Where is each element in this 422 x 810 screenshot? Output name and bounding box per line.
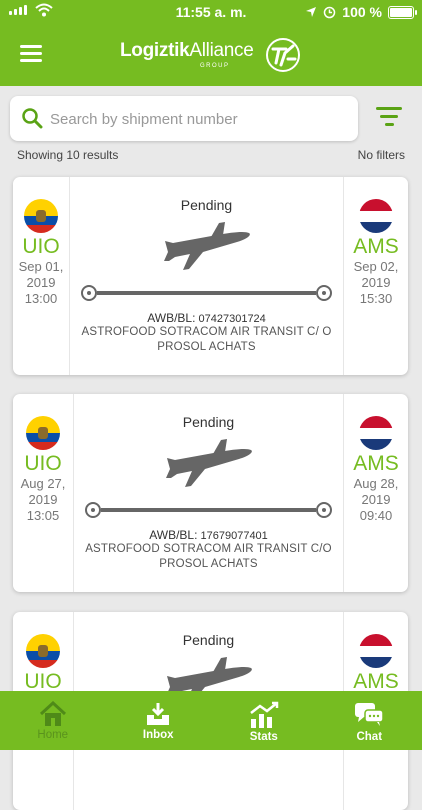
tab-home[interactable]: Home <box>0 691 106 750</box>
origin-dot-icon <box>85 502 101 518</box>
shipment-details: Pending AWB/BL: 17679077401ASTROFOOD SOTR… <box>73 394 344 592</box>
stats-icon <box>248 701 280 729</box>
brand-logo: LogiztikAlliance GROUP <box>120 32 310 78</box>
departure-time: 13:00 <box>13 291 69 307</box>
inbox-icon <box>144 701 172 727</box>
route-line <box>85 502 332 522</box>
search-icon <box>21 107 43 129</box>
shipper-name: ASTROFOOD SOTRACOM AIR TRANSIT C/ O PROS… <box>75 325 338 355</box>
menu-button[interactable] <box>20 45 42 62</box>
arrival-year: 2019 <box>344 492 408 508</box>
departure-date: Aug 27, <box>13 476 73 492</box>
netherlands-flag-icon <box>359 634 393 668</box>
arrival-date: Sep 02, <box>344 259 408 275</box>
route-line <box>81 285 332 305</box>
destination-column: AMSAug 28,201909:40 <box>343 394 408 592</box>
filter-status: No filters <box>358 148 405 162</box>
airplane-icon <box>159 221 255 273</box>
awb-number: AWB/BL: 17679077401 <box>73 528 344 542</box>
origin-dot-icon <box>81 285 97 301</box>
tab-bar: Home Inbox Stats Chat <box>0 691 422 750</box>
battery-icon <box>388 6 414 19</box>
shipment-status: Pending <box>73 414 344 430</box>
netherlands-flag-icon <box>359 416 393 450</box>
location-icon <box>305 6 317 18</box>
home-icon <box>39 701 67 727</box>
chat-icon <box>353 701 385 729</box>
airplane-icon <box>161 438 257 490</box>
departure-year: 2019 <box>13 275 69 291</box>
ecuador-flag-icon <box>24 199 58 233</box>
arrival-year: 2019 <box>344 275 408 291</box>
awb-number: AWB/BL: 07427301724 <box>69 311 344 325</box>
arrival-time: 09:40 <box>344 508 408 524</box>
shipper-name: ASTROFOOD SOTRACOM AIR TRANSIT C/O PROSO… <box>79 542 338 572</box>
destination-dot-icon <box>316 502 332 518</box>
search-input[interactable] <box>48 106 347 132</box>
status-bar: 11:55 a. m. 100 % <box>0 0 422 24</box>
ecuador-flag-icon <box>26 634 60 668</box>
origin-code: UIO <box>13 235 69 259</box>
shipment-status: Pending <box>69 197 344 213</box>
search-bar <box>10 96 358 141</box>
netherlands-flag-icon <box>359 199 393 233</box>
shipment-status: Pending <box>73 632 344 648</box>
results-count: Showing 10 results <box>17 148 118 162</box>
ecuador-flag-icon <box>26 416 60 450</box>
alarm-icon <box>323 6 336 19</box>
destination-column: AMSSep 02,201915:30 <box>343 177 408 375</box>
destination-code: AMS <box>344 452 408 476</box>
shipment-details: Pending AWB/BL: 07427301724ASTROFOOD SOTR… <box>69 177 344 375</box>
destination-dot-icon <box>316 285 332 301</box>
departure-year: 2019 <box>13 492 73 508</box>
shipment-card[interactable]: UIOSep 01,201913:00PendingAWB/BL: 074273… <box>13 177 408 375</box>
tab-inbox[interactable]: Inbox <box>106 691 212 750</box>
tab-chat[interactable]: Chat <box>317 691 422 750</box>
arrival-date: Aug 28, <box>344 476 408 492</box>
origin-code: UIO <box>13 452 73 476</box>
app-header: LogiztikAlliance GROUP <box>0 24 422 86</box>
departure-date: Sep 01, <box>13 259 69 275</box>
tab-stats[interactable]: Stats <box>211 691 317 750</box>
departure-time: 13:05 <box>13 508 73 524</box>
destination-code: AMS <box>344 235 408 259</box>
origin-column: UIOSep 01,201913:00 <box>13 177 70 375</box>
filter-button[interactable] <box>373 107 405 131</box>
battery-percent: 100 % <box>342 4 382 20</box>
arrival-time: 15:30 <box>344 291 408 307</box>
origin-column: UIOAug 27,201913:05 <box>13 394 74 592</box>
shipment-card[interactable]: UIOAug 27,201913:05PendingAWB/BL: 176790… <box>13 394 408 592</box>
logo-mark-icon <box>264 36 302 74</box>
